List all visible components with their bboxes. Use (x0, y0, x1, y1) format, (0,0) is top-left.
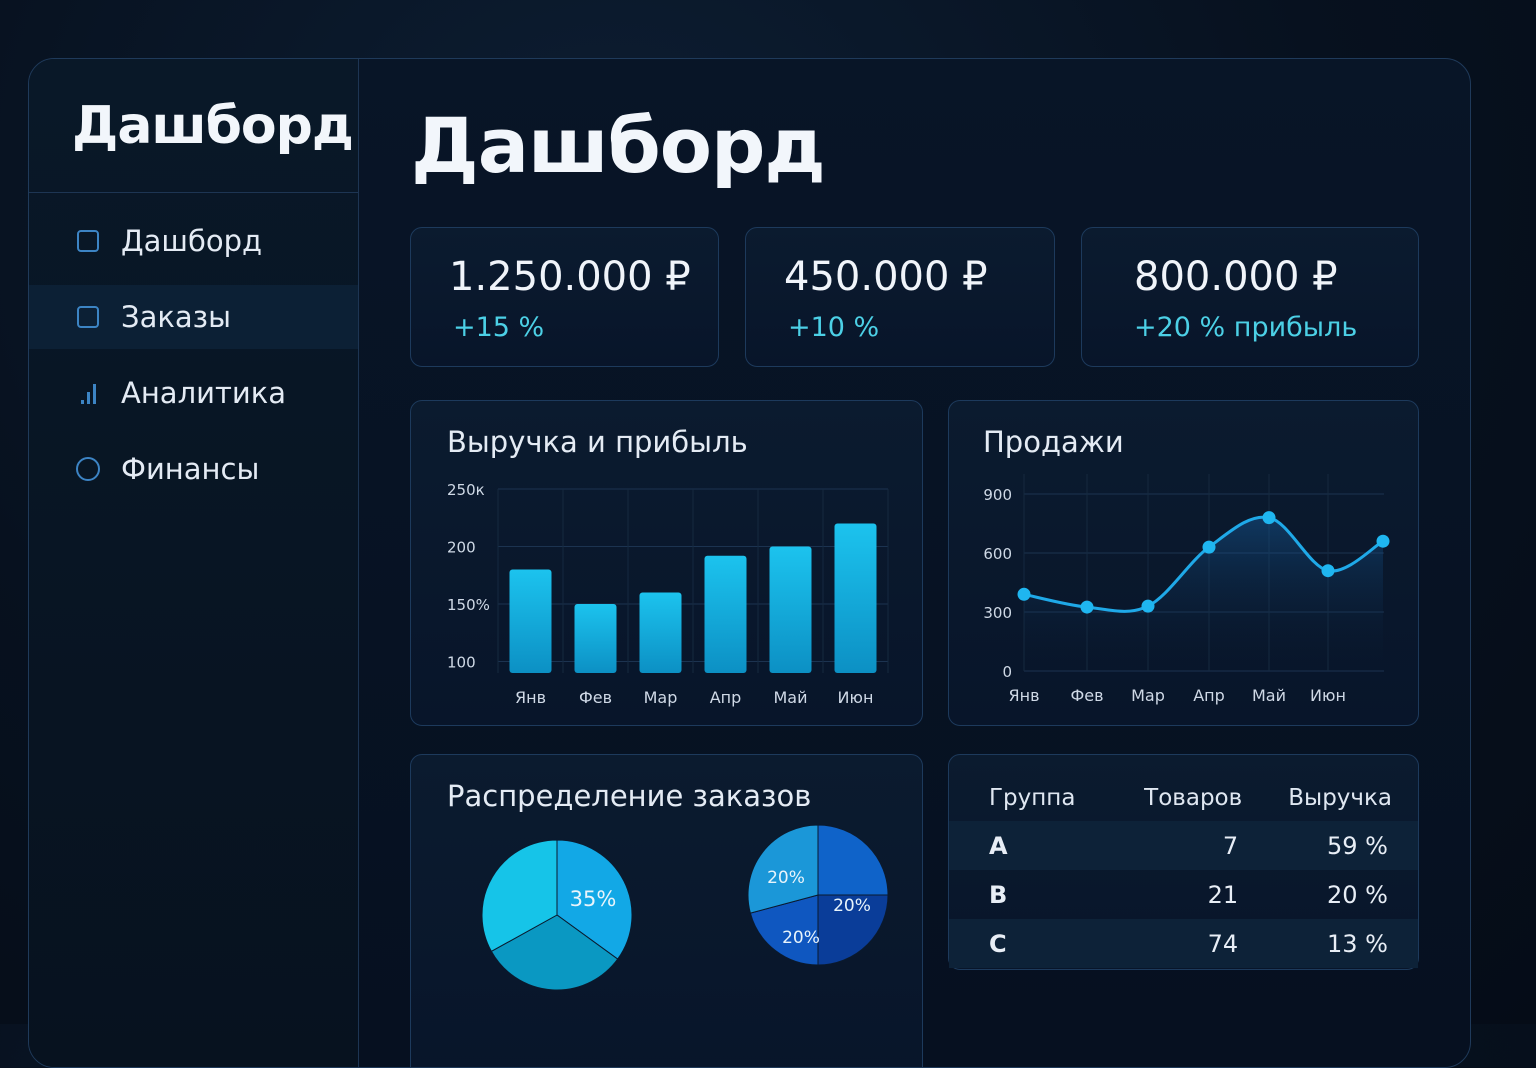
kpi-card-profit: 800.000 ₽ +20 % прибыль (1081, 227, 1419, 367)
kpi-card-orders: 450.000 ₽ +10 % (745, 227, 1055, 367)
table-header-row: Группа Товаров Выручка (949, 775, 1418, 821)
sidebar-nav: Дашборд Заказы Аналитика Финансы (29, 209, 358, 513)
bar (834, 523, 877, 673)
x-tick-label: Апр (1193, 686, 1225, 705)
x-tick-label: Фев (1070, 686, 1103, 705)
table-header: Выручка (1288, 785, 1392, 811)
pie-slice (817, 824, 889, 896)
table-cell: 21 (1207, 880, 1239, 909)
table-cell: 74 (1125, 919, 1269, 968)
y-tick-label: 0 (1002, 663, 1012, 681)
kpi-value: 450.000 ₽ (784, 254, 988, 300)
sidebar-item-analytics[interactable]: Аналитика (29, 361, 358, 425)
square-icon (75, 304, 101, 330)
circle-icon (75, 456, 101, 482)
data-point (1321, 564, 1335, 578)
sidebar-header: Дашборд (29, 59, 358, 193)
table-cell: 59 % (1268, 821, 1418, 870)
x-tick-label: Мар (644, 688, 678, 707)
kpi-delta: +10 % (788, 312, 880, 343)
bar (704, 555, 747, 673)
page-title: Дашборд (411, 101, 826, 190)
y-tick-label: 300 (983, 604, 1012, 622)
pie-label: 20% (782, 928, 820, 948)
sidebar-item-orders[interactable]: Заказы (29, 285, 358, 349)
table-cell: C (949, 919, 1125, 968)
pie-label: 20% (767, 868, 805, 888)
bar (574, 604, 617, 673)
revenue-chart-card: Выручка и прибыль 250к 200 150% 100 Янв Фев Ма… (410, 400, 923, 726)
x-tick-label: Мар (1131, 686, 1165, 705)
kpi-delta: +20 % прибыль (1134, 312, 1358, 343)
bar-chart-icon (75, 380, 101, 406)
y-tick-label: 100 (447, 654, 476, 672)
table-cell: 13 % (1268, 919, 1418, 968)
y-tick-label: 600 (983, 545, 1012, 563)
data-point (1376, 534, 1390, 548)
pie-label: 20% (833, 896, 871, 916)
x-tick-label: Янв (1008, 686, 1039, 705)
x-tick-label: Май (773, 688, 807, 707)
main-content: Дашборд 1.250.000 ₽ +15 % 450.000 ₽ +10 … (359, 59, 1470, 1067)
sidebar: Дашборд Дашборд Заказы Аналитика Финансы (29, 59, 359, 1067)
kpi-value: 1.250.000 ₽ (449, 254, 691, 300)
group-table-card: Группа Товаров Выручка A 7 59 % B 21 20 … (948, 754, 1419, 970)
table-cell: B (989, 880, 1008, 909)
app-window: Дашборд Дашборд Заказы Аналитика Финансы (28, 58, 1471, 1068)
x-tick-label: Апр (710, 688, 742, 707)
y-tick-label: 250к (447, 481, 485, 499)
x-tick-label: Июн (1310, 686, 1346, 705)
y-tick-label: 200 (447, 539, 476, 557)
sidebar-item-finance[interactable]: Финансы (29, 437, 358, 501)
y-tick-label: 150% (447, 596, 490, 614)
kpi-value: 800.000 ₽ (1134, 254, 1338, 300)
kpi-card-revenue: 1.250.000 ₽ +15 % (410, 227, 719, 367)
line-chart: 900 600 300 0 Янв Фев Мар Апр Май Июн (983, 474, 1390, 705)
x-tick-label: Фев (579, 688, 612, 707)
data-point (1017, 587, 1031, 601)
table-header: Группа (989, 785, 1076, 811)
data-point (1080, 600, 1094, 614)
x-tick-label: Янв (515, 688, 546, 707)
sidebar-item-label: Аналитика (121, 376, 286, 410)
table-row[interactable]: A 7 59 % (949, 821, 1418, 870)
distribution-card: Распределение заказов 35% 20% 20% 20% (410, 754, 923, 1067)
bar (639, 592, 682, 673)
group-table: Группа Товаров Выручка A 7 59 % B 21 20 … (949, 775, 1418, 968)
kpi-delta: +15 % (453, 312, 545, 343)
table-row[interactable]: C 74 13 % (949, 919, 1418, 968)
pie-charts: 35% 20% 20% 20% (481, 824, 889, 991)
pie-label: 35% (570, 887, 617, 911)
data-point (1141, 599, 1155, 613)
table-cell: 7 (1125, 821, 1269, 870)
data-point (1262, 511, 1276, 525)
y-tick-label: 900 (983, 486, 1012, 504)
sales-chart-card: Продажи 900 600 300 0 Янв Фев Мар Апр Май Июн (948, 400, 1419, 726)
line-area (1024, 517, 1383, 671)
sidebar-item-label: Дашборд (121, 224, 263, 258)
bar-chart: 250к 200 150% 100 Янв Фев Мар Апр Май Июн (447, 481, 889, 707)
table-row[interactable]: B 21 20 % (949, 870, 1418, 919)
x-tick-label: Май (1252, 686, 1286, 705)
x-tick-label: Июн (838, 688, 874, 707)
table-cell: A (949, 821, 1125, 870)
sidebar-item-label: Финансы (121, 452, 260, 486)
bar (509, 569, 552, 673)
sidebar-item-dashboard[interactable]: Дашборд (29, 209, 358, 273)
sidebar-title: Дашборд (72, 95, 354, 156)
square-icon (75, 228, 101, 254)
table-cell: 20 % (1327, 880, 1388, 909)
table-header: Товаров (1144, 785, 1243, 811)
data-point (1202, 540, 1216, 554)
sidebar-item-label: Заказы (121, 300, 231, 334)
bar (769, 546, 812, 673)
